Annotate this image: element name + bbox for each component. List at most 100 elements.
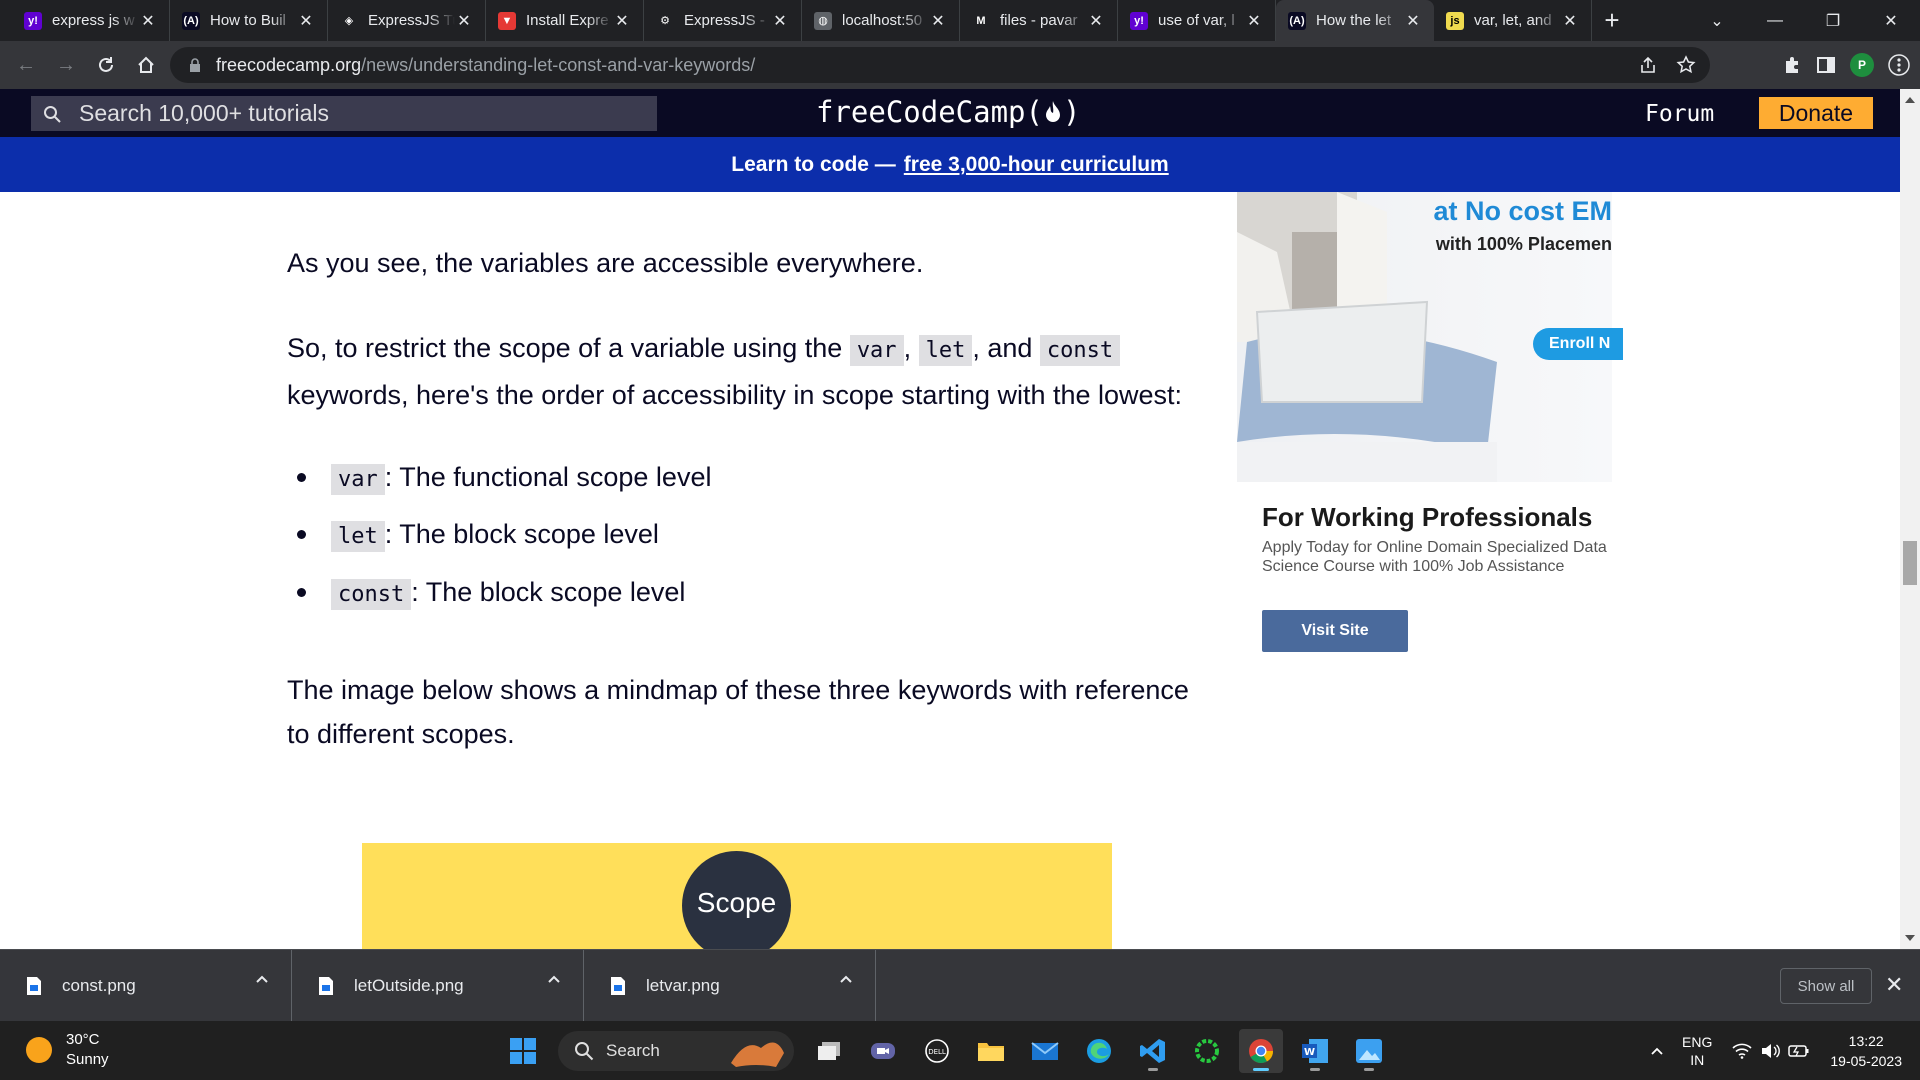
new-tab-button[interactable]: + [1592,0,1632,41]
svg-text:DELL: DELL [928,1048,946,1056]
weather-widget[interactable]: 30°C Sunny [26,1030,109,1070]
show-all-downloads-button[interactable]: Show all [1780,968,1872,1004]
chrome-button[interactable] [1239,1028,1283,1073]
volume-icon[interactable] [1760,1043,1781,1059]
back-button[interactable]: ← [6,45,46,85]
browser-tab[interactable]: ⚙ ExpressJS - ✕ [644,0,802,41]
extensions-puzzle-icon[interactable] [1782,55,1802,75]
ad-enroll-button[interactable]: Enroll N [1533,328,1623,360]
dell-app-button[interactable]: DELL [915,1029,959,1073]
paragraph-2-text-b: keywords, here's the order of accessibil… [287,380,1183,410]
tutorial-search-input[interactable]: Search 10,000+ tutorials [31,96,657,131]
forum-link[interactable]: Forum [1645,101,1714,127]
curriculum-banner: Learn to code — free 3,000-hour curricul… [0,137,1900,192]
close-tab-icon[interactable]: ✕ [613,11,631,31]
address-bar[interactable]: freecodecamp.org/news/understanding-let-… [170,47,1710,83]
restore-button[interactable]: ❐ [1804,0,1862,41]
browser-tab[interactable]: (A) How the let ✕ [1276,0,1434,41]
close-tab-icon[interactable]: ✕ [771,11,789,31]
banner-text: Learn to code — [731,152,896,176]
tab-title: How the let [1316,12,1392,29]
minimize-button[interactable]: — [1746,0,1804,41]
close-tab-icon[interactable]: ✕ [1245,11,1263,31]
close-tab-icon[interactable]: ✕ [1561,11,1579,31]
browser-tab[interactable]: y! express js w ✕ [12,0,170,41]
list-code: const [331,579,412,610]
taskbar-search-label: Search [606,1040,660,1060]
tab-search-icon[interactable]: ⌄ [1688,0,1746,41]
home-button[interactable] [126,45,166,85]
meet-app-button[interactable] [861,1029,905,1073]
close-tab-icon[interactable]: ✕ [139,11,157,31]
curriculum-link[interactable]: free 3,000-hour curriculum [904,153,1169,177]
download-item[interactable]: letOutside.png [292,950,584,1022]
word-icon: W [1302,1038,1328,1063]
download-item[interactable]: const.png [0,950,292,1022]
download-shelf: const.png letOutside.png letvar.png Show… [0,949,1920,1022]
download-item[interactable]: letvar.png [584,950,876,1022]
js-icon: js [1446,11,1464,30]
browser-tab[interactable]: Mfiles - pavar ✕ [960,0,1118,41]
share-icon[interactable] [1638,55,1658,75]
close-tab-icon[interactable]: ✕ [1087,11,1105,31]
word-button[interactable]: W [1293,1029,1337,1073]
profile-avatar[interactable]: P [1850,53,1874,77]
bullet-dot [297,530,306,539]
language-indicator[interactable]: ENG IN [1682,1033,1712,1069]
close-tab-icon[interactable]: ✕ [297,11,315,31]
scroll-thumb[interactable] [1903,541,1917,585]
close-tab-icon[interactable]: ✕ [455,11,473,31]
browser-tab[interactable]: js var, let, and ✕ [1434,0,1592,41]
bookmark-star-icon[interactable] [1676,55,1696,75]
edge-browser-button[interactable] [1077,1029,1121,1073]
close-tab-icon[interactable]: ✕ [1404,11,1422,31]
task-view-button[interactable] [807,1029,851,1073]
scroll-down-arrow[interactable] [1905,935,1915,941]
browser-tab[interactable]: ◈ ExpressJS Tu ✕ [328,0,486,41]
start-button[interactable] [501,1029,545,1073]
clock-time: 13:22 [1848,1032,1884,1049]
file-explorer-button[interactable] [969,1029,1013,1073]
vscode-button[interactable] [1131,1029,1175,1073]
reload-button[interactable] [86,45,126,85]
chevron-up-icon[interactable] [547,974,561,984]
fcc-logo[interactable]: freeCodeCamp( ) [816,95,1080,129]
forward-button[interactable]: → [46,45,86,85]
tab-title: How to Buil [210,12,286,29]
red-v-icon: ▼ [498,11,516,30]
scroll-up-arrow[interactable] [1905,97,1915,103]
chevron-up-icon[interactable] [1650,1046,1664,1056]
browser-tab[interactable]: ◍ localhost:50 ✕ [802,0,960,41]
browser-tab[interactable]: y! use of var, l ✕ [1118,0,1276,41]
browser-toolbar: ← → freecodecamp.org/news/understanding-… [0,41,1920,89]
taskbar-search[interactable]: Search [558,1030,794,1071]
advertisement[interactable]: at No cost EM with 100% Placemen Enroll … [1237,192,1623,652]
running-indicator [1148,1067,1158,1071]
lock-icon [190,58,200,72]
video-call-icon [871,1042,895,1059]
reload-icon [99,57,113,72]
wifi-icon[interactable] [1732,1043,1752,1059]
menu-kebab-icon[interactable] [1888,54,1910,76]
progress-app-button[interactable] [1185,1029,1229,1073]
bullet-dot [297,473,306,482]
download-filename: letOutside.png [354,976,464,995]
mail-app-button[interactable] [1023,1029,1067,1073]
page-scrollbar[interactable] [1900,89,1920,949]
chevron-up-icon[interactable] [255,974,269,984]
clock[interactable]: 13:22 19-05-2023 [1830,1031,1902,1071]
browser-tab[interactable]: ▼ Install Expre ✕ [486,0,644,41]
close-download-shelf-icon[interactable]: ✕ [1885,972,1903,998]
photos-app-button[interactable] [1347,1029,1391,1073]
donate-button[interactable]: Donate [1759,97,1873,129]
close-tab-icon[interactable]: ✕ [929,11,947,31]
tab-title: use of var, l [1158,12,1235,29]
close-window-button[interactable]: ✕ [1862,0,1920,41]
side-panel-icon[interactable] [1816,55,1836,75]
battery-icon[interactable] [1788,1043,1810,1059]
visit-site-button[interactable]: Visit Site [1262,610,1408,652]
browser-tab[interactable]: (A) How to Buil ✕ [170,0,328,41]
ad-subheadline: with 100% Placemen [1435,234,1612,254]
chevron-up-icon[interactable] [839,974,853,984]
bullet-dot [297,588,306,597]
